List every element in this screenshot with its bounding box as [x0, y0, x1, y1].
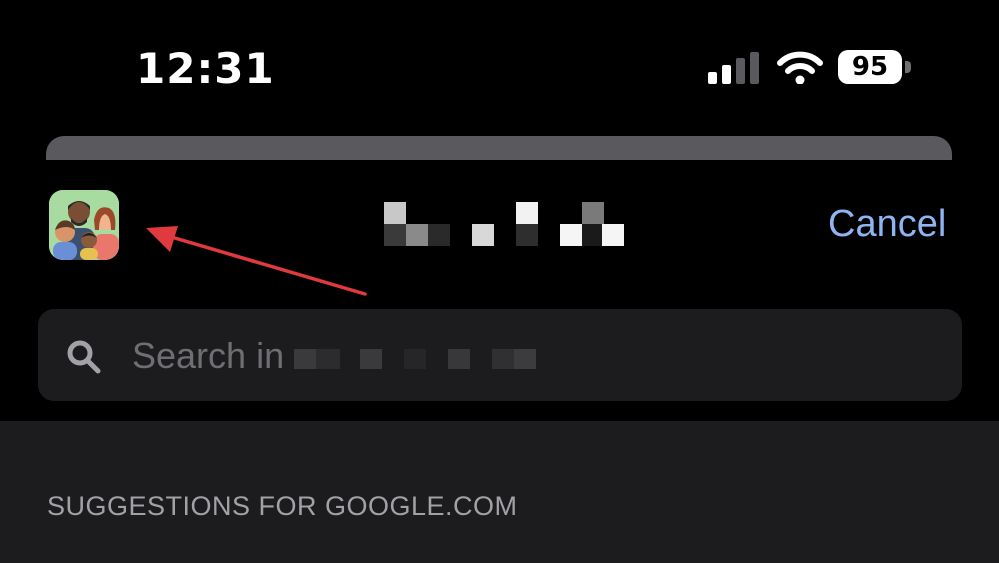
status-time: 12:31	[136, 44, 275, 93]
sheet-title-obscured	[384, 202, 624, 246]
wifi-icon	[777, 51, 823, 84]
status-bar: 12:31 95	[0, 0, 999, 130]
suggestions-section: SUGGESTIONS FOR GOOGLE.COM	[0, 421, 999, 563]
search-icon	[67, 340, 101, 374]
family-app-icon[interactable]	[49, 190, 119, 260]
battery-icon: 95	[838, 50, 912, 84]
suggestions-header: SUGGESTIONS FOR GOOGLE.COM	[47, 491, 518, 521]
battery-cap	[905, 61, 911, 73]
cancel-button[interactable]: Cancel	[828, 203, 946, 246]
search-field[interactable]	[38, 309, 962, 401]
battery-level: 95	[838, 50, 902, 84]
search-scope-obscured	[294, 349, 536, 369]
signal-icon	[708, 52, 759, 84]
